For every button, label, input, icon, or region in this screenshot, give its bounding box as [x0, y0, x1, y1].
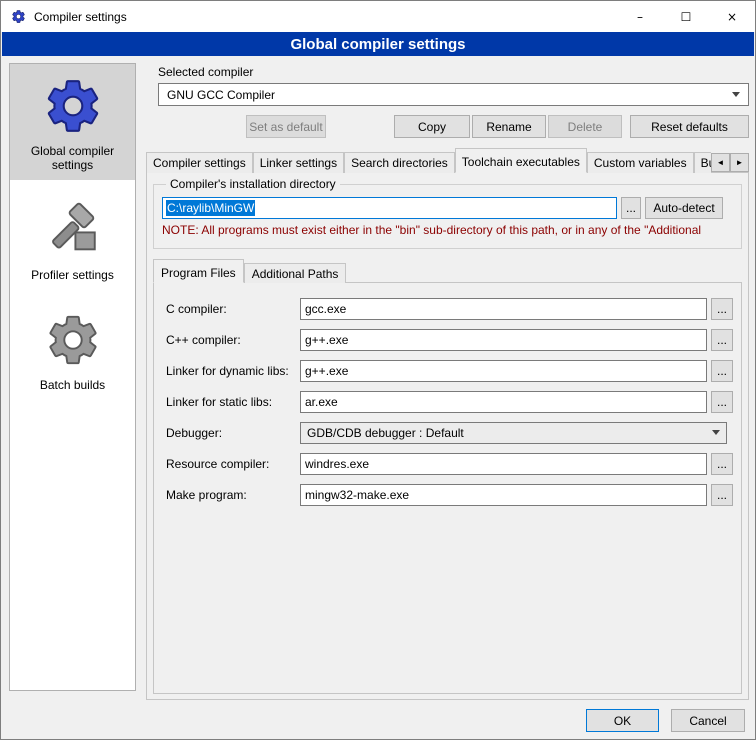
toolchain-executables-panel: Compiler's installation directory C:\ray…: [146, 172, 749, 700]
gears-icon: [14, 308, 131, 372]
window-controls: – ☐ ×: [617, 1, 755, 32]
c-compiler-label: C compiler:: [166, 302, 300, 316]
debugger-dropdown[interactable]: GDB/CDB debugger : Default: [300, 422, 727, 444]
tab-linker-settings[interactable]: Linker settings: [253, 152, 344, 173]
compiler-actions: Set as default Copy Rename Delete Reset …: [146, 115, 749, 138]
sidebar-item-global-compiler-settings[interactable]: Global compiler settings: [10, 64, 135, 180]
tab-compiler-settings[interactable]: Compiler settings: [146, 152, 253, 173]
sidebar-item-batch-builds[interactable]: Batch builds: [10, 298, 135, 400]
titlebar: Compiler settings – ☐ ×: [1, 1, 755, 32]
chevron-down-icon: [712, 430, 720, 435]
cpp-compiler-input[interactable]: [300, 329, 707, 351]
dynamic-linker-browse-button[interactable]: ...: [711, 360, 733, 382]
tab-toolchain-executables[interactable]: Toolchain executables: [455, 148, 587, 173]
minimize-button[interactable]: –: [617, 1, 663, 32]
tab-search-directories[interactable]: Search directories: [344, 152, 455, 173]
installation-directory-input[interactable]: C:\raylib\MinGW: [162, 197, 617, 219]
window-title: Compiler settings: [34, 10, 127, 24]
tab-additional-paths[interactable]: Additional Paths: [244, 263, 347, 283]
make-program-label: Make program:: [166, 488, 300, 502]
cpp-compiler-browse-button[interactable]: ...: [711, 329, 733, 351]
delete-button[interactable]: Delete: [548, 115, 622, 138]
hammer-icon: [14, 198, 131, 262]
debugger-row: Debugger: GDB/CDB debugger : Default: [166, 417, 733, 448]
make-program-browse-button[interactable]: ...: [711, 484, 733, 506]
copy-button[interactable]: Copy: [394, 115, 470, 138]
reset-defaults-button[interactable]: Reset defaults: [630, 115, 749, 138]
c-compiler-row: C compiler: ...: [166, 293, 733, 324]
c-compiler-input[interactable]: [300, 298, 707, 320]
selected-compiler-value: GNU GCC Compiler: [167, 88, 732, 102]
make-program-input[interactable]: [300, 484, 707, 506]
gear-icon: [14, 74, 131, 138]
chevron-down-icon: [732, 92, 740, 97]
resource-compiler-row: Resource compiler: ...: [166, 448, 733, 479]
dynamic-linker-row: Linker for dynamic libs: ...: [166, 355, 733, 386]
dynamic-linker-input[interactable]: [300, 360, 707, 382]
browse-directory-button[interactable]: ...: [621, 197, 641, 219]
installation-directory-label: Compiler's installation directory: [166, 177, 340, 191]
resource-compiler-browse-button[interactable]: ...: [711, 453, 733, 475]
page-title: Global compiler settings: [2, 32, 754, 56]
sidebar-item-label: Global compiler settings: [14, 144, 131, 172]
app-icon: [10, 9, 26, 25]
selected-compiler-label: Selected compiler: [158, 65, 253, 79]
tab-program-files[interactable]: Program Files: [153, 259, 244, 283]
tab-build-options[interactable]: Build: [694, 152, 711, 173]
rename-button[interactable]: Rename: [472, 115, 546, 138]
tab-scroll-left-icon[interactable]: ◄: [711, 153, 730, 172]
tab-scrollers: ◄ ►: [711, 153, 749, 172]
selected-compiler-dropdown[interactable]: GNU GCC Compiler: [158, 83, 749, 106]
installation-directory-value: C:\raylib\MinGW: [166, 200, 255, 216]
settings-sidebar: Global compiler settings Profiler settin…: [9, 63, 136, 691]
static-linker-input[interactable]: [300, 391, 707, 413]
ok-button[interactable]: OK: [586, 709, 659, 732]
sidebar-item-label: Batch builds: [14, 378, 131, 392]
sidebar-item-profiler-settings[interactable]: Profiler settings: [10, 188, 135, 290]
compiler-settings-window: Compiler settings – ☐ × Global compiler …: [0, 0, 756, 740]
static-linker-label: Linker for static libs:: [166, 395, 300, 409]
debugger-value: GDB/CDB debugger : Default: [307, 426, 712, 440]
resource-compiler-label: Resource compiler:: [166, 457, 300, 471]
sidebar-item-label: Profiler settings: [14, 268, 131, 282]
main-panel: Selected compiler GNU GCC Compiler Set a…: [146, 63, 749, 701]
installation-directory-row: C:\raylib\MinGW ... Auto-detect: [162, 197, 733, 219]
set-as-default-button[interactable]: Set as default: [246, 115, 326, 138]
debugger-label: Debugger:: [166, 426, 300, 440]
static-linker-browse-button[interactable]: ...: [711, 391, 733, 413]
resource-compiler-input[interactable]: [300, 453, 707, 475]
static-linker-row: Linker for static libs: ...: [166, 386, 733, 417]
auto-detect-button[interactable]: Auto-detect: [645, 197, 723, 219]
dynamic-linker-label: Linker for dynamic libs:: [166, 364, 300, 378]
c-compiler-browse-button[interactable]: ...: [711, 298, 733, 320]
settings-tabs: Compiler settings Linker settings Search…: [146, 148, 711, 173]
close-button[interactable]: ×: [709, 1, 755, 32]
maximize-button[interactable]: ☐: [663, 1, 709, 32]
directory-note: NOTE: All programs must exist either in …: [162, 223, 733, 237]
cancel-button[interactable]: Cancel: [671, 709, 745, 732]
program-tabs: Program Files Additional Paths: [153, 259, 713, 283]
tab-scroll-right-icon[interactable]: ►: [730, 153, 749, 172]
cpp-compiler-label: C++ compiler:: [166, 333, 300, 347]
cpp-compiler-row: C++ compiler: ...: [166, 324, 733, 355]
tab-custom-variables[interactable]: Custom variables: [587, 152, 694, 173]
program-files-panel: C compiler: ... C++ compiler: ... Linker…: [153, 282, 742, 694]
make-program-row: Make program: ...: [166, 479, 733, 510]
installation-directory-group: Compiler's installation directory C:\ray…: [153, 177, 742, 249]
